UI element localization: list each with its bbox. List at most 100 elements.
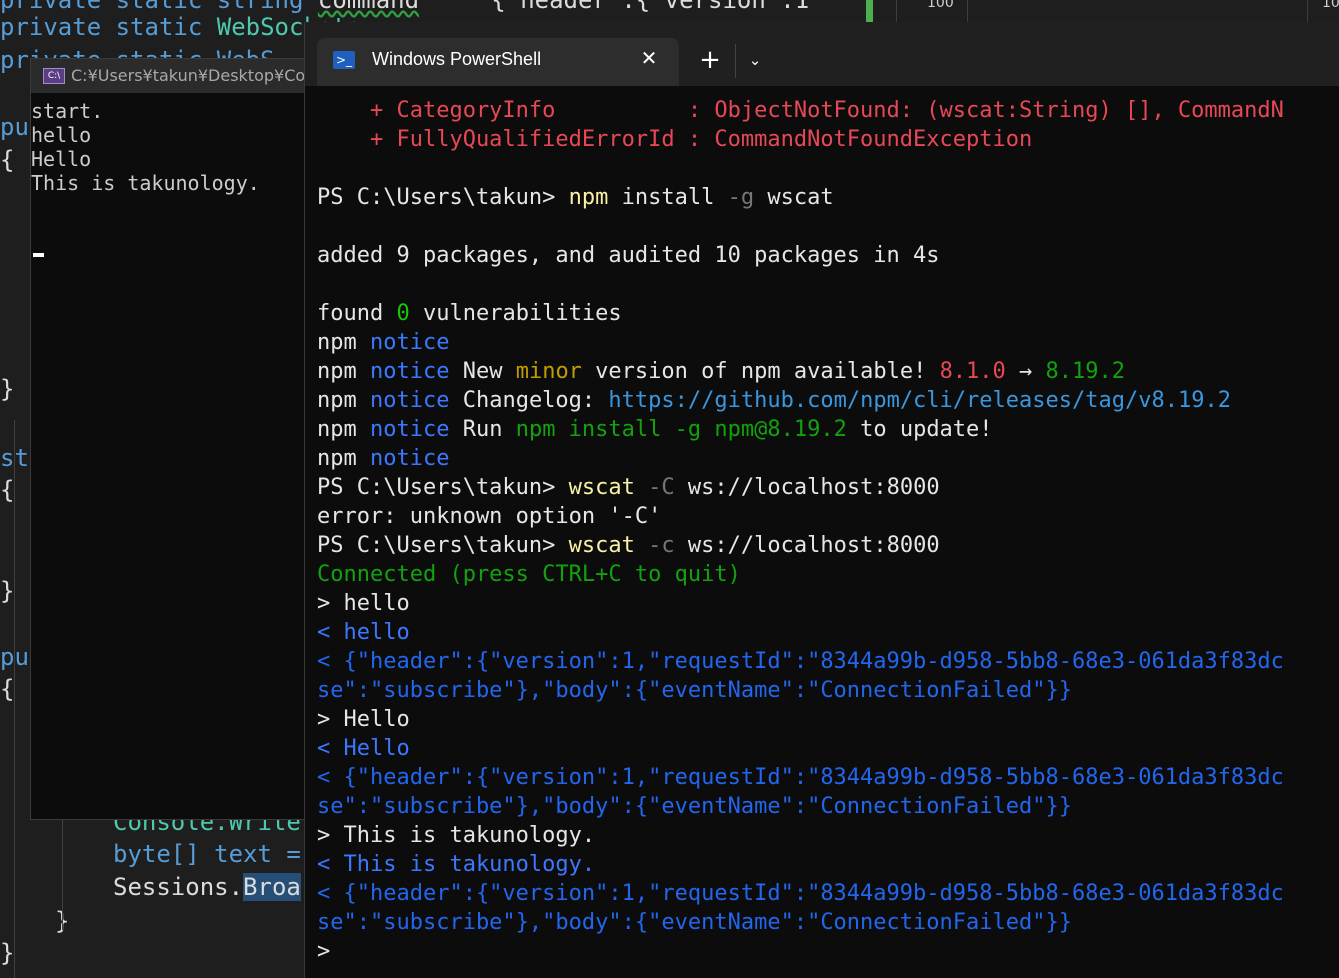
terminal-line: se":"subscribe"},"body":{"eventName":"Co… — [317, 792, 1072, 821]
code-token: { — [0, 675, 15, 703]
terminal-text: < This is takunology. — [317, 852, 596, 877]
terminal-text: > This is takunology. — [317, 823, 596, 848]
code-token: } — [0, 375, 15, 403]
powershell-window[interactable]: >_ Windows PowerShell ✕ + ⌄ + CategoryIn… — [304, 22, 1339, 978]
terminal-line: PS C:\Users\takun> npm install -g wscat — [317, 183, 834, 212]
terminal-text: < {"header":{"version":1,"requestId":"83… — [317, 881, 1284, 906]
tab-title: Windows PowerShell — [372, 49, 542, 69]
terminal-text: Run — [449, 417, 516, 442]
terminal-text: + CategoryInfo : ObjectNotFound: (wscat:… — [317, 98, 1284, 123]
terminal-text: 8.19.2 — [1045, 359, 1126, 384]
code-line: { — [0, 673, 14, 706]
terminal-line: < {"header":{"version":1,"requestId":"83… — [317, 647, 1284, 676]
terminal-text: error: unknown option '-C' — [317, 504, 662, 529]
new-tab-button[interactable]: + — [695, 42, 725, 78]
terminal-text: New — [449, 359, 516, 384]
terminal-line: Connected (press CTRL+C to quit) — [317, 560, 741, 589]
terminal-output[interactable]: + CategoryInfo : ObjectNotFound: (wscat:… — [305, 86, 1339, 978]
terminal-line: > — [317, 937, 344, 966]
code-token: byte[] text = — [113, 840, 301, 868]
text-cursor — [33, 253, 44, 257]
terminal-text: ws://localhost:8000 — [674, 533, 940, 558]
terminal-text: PS C:\Users\takun> — [317, 475, 569, 500]
powershell-icon: >_ — [333, 51, 355, 69]
terminal-text: npm — [317, 359, 370, 384]
terminal-line: se":"subscribe"},"body":{"eventName":"Co… — [317, 908, 1072, 937]
change-indicator — [866, 0, 873, 22]
terminal-line: < {"header":{"version":1,"requestId":"83… — [317, 763, 1284, 792]
terminal-line: < {"header":{"version":1,"requestId":"83… — [317, 879, 1284, 908]
terminal-line: < hello — [317, 618, 410, 647]
terminal-line: < Hello — [317, 734, 410, 763]
code-token: } — [0, 577, 15, 605]
code-token: } — [0, 939, 15, 967]
code-line: } — [0, 575, 14, 608]
close-tab-icon[interactable]: ✕ — [635, 44, 663, 72]
terminal-line: + CategoryInfo : ObjectNotFound: (wscat:… — [317, 96, 1284, 125]
terminal-text: https://github.com/npm/cli/releases/tag/… — [608, 388, 1231, 413]
code-token: { — [0, 476, 15, 504]
indent-guide — [14, 420, 15, 978]
console-line: hello — [31, 123, 92, 147]
terminal-text: wscat — [568, 533, 635, 558]
terminal-text: -g — [727, 185, 755, 210]
terminal-text: < {"header":{"version":1,"requestId":"83… — [317, 765, 1284, 790]
terminal-line: error: unknown option '-C' — [317, 502, 661, 531]
tab-powershell[interactable]: >_ Windows PowerShell ✕ — [317, 38, 679, 86]
code-line: } — [0, 937, 14, 970]
code-line: { — [0, 144, 14, 177]
console-line: This is takunology. — [31, 171, 260, 195]
divider — [735, 44, 736, 78]
terminal-text: Connected (press CTRL+C to quit) — [317, 562, 741, 587]
console-output[interactable]: start. hello Hello This is takunology. — [31, 99, 305, 819]
terminal-line: PS C:\Users\takun> wscat -c ws://localho… — [317, 531, 940, 560]
terminal-text: -c — [634, 533, 675, 558]
terminal-text: > Hello — [317, 707, 410, 732]
ruler-tick — [967, 0, 968, 22]
terminal-text: added 9 packages, and audited 10 package… — [317, 243, 940, 268]
code-line: byte[] text = — [113, 838, 301, 871]
terminal-text: se":"subscribe"},"body":{"eventName":"Co… — [317, 794, 1072, 819]
console-window[interactable]: C:\ C:¥Users¥takun¥Desktop¥Co start. hel… — [30, 58, 306, 820]
terminal-text: -C — [634, 475, 675, 500]
code-line: } — [0, 373, 14, 406]
console-line: Hello — [31, 147, 92, 171]
terminal-text: < hello — [317, 620, 410, 645]
terminal-text: npm — [317, 330, 370, 355]
ruler-label: 10 — [1322, 0, 1339, 11]
terminal-text: PS C:\Users\takun> — [317, 533, 569, 558]
ruler-label: 100 — [927, 0, 954, 11]
code-line: Sessions.Broa — [113, 871, 301, 904]
terminal-text: install — [608, 185, 728, 210]
terminal-text: notice — [369, 359, 450, 384]
terminal-text: 8.1.0 — [939, 359, 1006, 384]
terminal-text: npm install -g npm@8.19.2 — [515, 417, 847, 442]
terminal-text: vulnerabilities — [409, 301, 622, 326]
chevron-down-icon[interactable]: ⌄ — [743, 42, 767, 78]
ruler-tick — [1307, 0, 1308, 22]
terminal-text: se":"subscribe"},"body":{"eventName":"Co… — [317, 910, 1072, 935]
terminal-text: minor — [515, 359, 582, 384]
terminal-text: > — [317, 939, 344, 964]
terminal-text: > hello — [317, 591, 410, 616]
terminal-text: se":"subscribe"},"body":{"eventName":"Co… — [317, 678, 1072, 703]
terminal-line: < This is takunology. — [317, 850, 595, 879]
terminal-text: npm — [317, 446, 370, 471]
terminal-text: wscat — [754, 185, 834, 210]
terminal-line: npm notice Run npm install -g npm@8.19.2… — [317, 415, 993, 444]
console-titlebar[interactable]: C:\ C:¥Users¥takun¥Desktop¥Co — [31, 59, 305, 93]
terminal-text: 0 — [396, 301, 410, 326]
terminal-line: npm notice — [317, 328, 449, 357]
terminal-text: notice — [369, 446, 450, 471]
code-line: { — [0, 474, 14, 507]
terminal-line: PS C:\Users\takun> wscat -C ws://localho… — [317, 473, 940, 502]
code-token: private static — [0, 13, 217, 41]
code-token: WebSoc — [216, 13, 304, 41]
terminal-line: se":"subscribe"},"body":{"eventName":"Co… — [317, 676, 1072, 705]
terminal-line: + FullyQualifiedErrorId : CommandNotFoun… — [317, 125, 1032, 154]
terminal-line: found 0 vulnerabilities — [317, 299, 622, 328]
terminal-text: npm — [568, 185, 609, 210]
terminal-text: to update! — [846, 417, 993, 442]
terminal-line: npm notice New minor version of npm avai… — [317, 357, 1125, 386]
ruler-panel: 100 10 — [896, 0, 1339, 22]
